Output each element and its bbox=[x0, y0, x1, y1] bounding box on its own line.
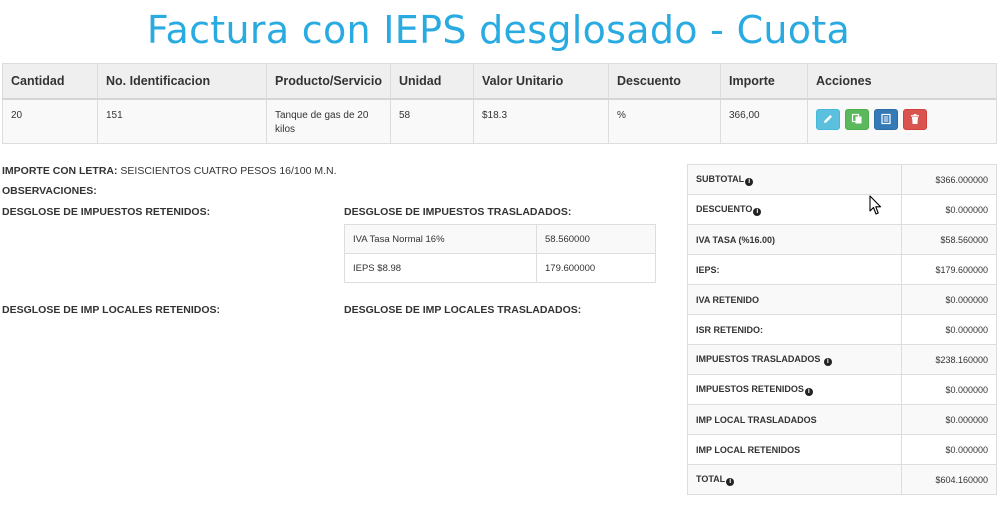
summary-label-text: IMP LOCAL RETENIDOS bbox=[696, 444, 801, 455]
cell-cantidad: 20 bbox=[2, 98, 98, 144]
info-icon[interactable]: i bbox=[726, 477, 735, 486]
summary-label-text: IEPS: bbox=[696, 264, 720, 275]
summary-value: $0.000000 bbox=[901, 434, 997, 465]
summary-label-text: IMPUESTOS RETENIDOS bbox=[696, 383, 804, 394]
info-icon[interactable]: i bbox=[745, 177, 754, 186]
summary-label: IVA RETENIDO bbox=[687, 284, 902, 315]
table-row: IVA Tasa Normal 16% 58.560000 bbox=[344, 224, 656, 254]
list-button[interactable] bbox=[873, 108, 898, 130]
tax-value: 179.600000 bbox=[536, 253, 656, 283]
table-row: IVA TASA (%16.00) $58.560000 bbox=[687, 224, 997, 255]
col-acciones: Acciones bbox=[806, 63, 997, 100]
items-table: Cantidad No. Identificacion Producto/Ser… bbox=[2, 63, 997, 144]
summary-label: TOTAL i bbox=[687, 464, 902, 495]
summary-label: IEPS: bbox=[687, 254, 902, 285]
importe-label: IMPORTE CON LETRA: bbox=[2, 165, 118, 177]
summary-label: IMP LOCAL RETENIDOS bbox=[687, 434, 902, 465]
importe-con-letra: IMPORTE CON LETRA: SEISCIENTOS CUATRO PE… bbox=[2, 165, 337, 177]
summary-value: $179.600000 bbox=[901, 254, 997, 285]
table-row: IEPS $8.98 179.600000 bbox=[344, 253, 656, 283]
cell-valor-unitario: $18.3 bbox=[472, 98, 609, 144]
table-row: IEPS: $179.600000 bbox=[687, 254, 997, 285]
table-row: IMP LOCAL RETENIDOS $0.000000 bbox=[687, 434, 997, 465]
tax-value: 58.560000 bbox=[536, 224, 656, 254]
summary-value: $0.000000 bbox=[901, 284, 997, 315]
cell-acciones bbox=[806, 98, 997, 144]
summary-value: $238.160000 bbox=[901, 344, 997, 375]
info-icon[interactable]: i bbox=[804, 387, 813, 396]
cell-descuento: % bbox=[607, 98, 721, 144]
summary-label-text: SUBTOTAL bbox=[696, 173, 745, 184]
summary-value: $0.000000 bbox=[901, 314, 997, 345]
summary-label: IMPUESTOS RETENIDOS i bbox=[687, 374, 902, 405]
mouse-cursor-icon bbox=[869, 195, 882, 215]
summary-label: IMPUESTOS TRASLADADOS i bbox=[687, 344, 902, 375]
trash-icon bbox=[910, 114, 919, 124]
delete-button[interactable] bbox=[902, 108, 927, 130]
summary-label: IMP LOCAL TRASLADADOS bbox=[687, 404, 902, 435]
summary-label-text: IMP LOCAL TRASLADADOS bbox=[696, 414, 817, 425]
importe-value: SEISCIENTOS CUATRO PESOS 16/100 M.N. bbox=[120, 165, 337, 177]
table-row: SUBTOTAL i $366.000000 bbox=[687, 164, 997, 195]
summary-value: $58.560000 bbox=[901, 224, 997, 255]
tax-name: IVA Tasa Normal 16% bbox=[344, 224, 537, 254]
cell-producto-servicio: Tanque de gas de 20 kilos bbox=[266, 98, 391, 144]
edit-button[interactable] bbox=[815, 108, 840, 130]
info-icon[interactable]: i bbox=[753, 207, 762, 216]
col-no-identificacion: No. Identificacion bbox=[97, 63, 267, 100]
col-importe: Importe bbox=[719, 63, 808, 100]
table-row: ISR RETENIDO: $0.000000 bbox=[687, 314, 997, 345]
summary-label: IVA TASA (%16.00) bbox=[687, 224, 902, 255]
table-row: IMPUESTOS RETENIDOS i $0.000000 bbox=[687, 374, 997, 405]
cell-importe: 366,00 bbox=[719, 98, 808, 144]
list-icon bbox=[881, 113, 891, 125]
summary-label: ISR RETENIDO: bbox=[687, 314, 902, 345]
observaciones-label: OBSERVACIONES: bbox=[2, 185, 97, 197]
page-title: Factura con IEPS desglosado - Cuota bbox=[146, 8, 851, 52]
col-descuento: Descuento bbox=[607, 63, 721, 100]
summary-label-text: IVA TASA (%16.00) bbox=[696, 234, 776, 245]
retenidos-label: DESGLOSE DE IMPUESTOS RETENIDOS: bbox=[2, 206, 211, 218]
locales-trasladados-label: DESGLOSE DE IMP LOCALES TRASLADADOS: bbox=[344, 304, 582, 316]
summary-value: $0.000000 bbox=[901, 374, 997, 405]
trasladados-label: DESGLOSE DE IMPUESTOS TRASLADADOS: bbox=[344, 206, 572, 218]
info-icon[interactable]: i bbox=[823, 357, 832, 366]
summary-label-text: TOTAL bbox=[696, 473, 726, 484]
pencil-icon bbox=[823, 115, 832, 123]
summary-table: SUBTOTAL i $366.000000 DESCUENTO i $0.000000 I… bbox=[687, 164, 997, 495]
summary-value: $604.160000 bbox=[901, 464, 997, 495]
locales-retenidos-label: DESGLOSE DE IMP LOCALES RETENIDOS: bbox=[2, 304, 220, 316]
cell-no-identificacion: 151 bbox=[97, 98, 267, 144]
col-valor-unitario: Valor Unitario bbox=[472, 63, 609, 100]
summary-label-text: IMPUESTOS TRASLADADOS bbox=[696, 353, 823, 364]
copy-icon bbox=[851, 113, 862, 124]
taxes-trasladados-table: IVA Tasa Normal 16% 58.560000 IEPS $8.98… bbox=[344, 224, 656, 283]
summary-value: $0.000000 bbox=[901, 404, 997, 435]
summary-label: SUBTOTAL i bbox=[687, 164, 902, 195]
copy-button[interactable] bbox=[844, 108, 869, 130]
tax-name: IEPS $8.98 bbox=[344, 253, 537, 283]
summary-label-text: ISR RETENIDO: bbox=[696, 324, 764, 335]
col-cantidad: Cantidad bbox=[2, 63, 98, 100]
summary-value: $366.000000 bbox=[901, 164, 997, 195]
cell-unidad: 58 bbox=[389, 98, 474, 144]
table-row: IMPUESTOS TRASLADADOS i $238.160000 bbox=[687, 344, 997, 375]
summary-label-text: DESCUENTO bbox=[696, 203, 753, 214]
items-header-row: Cantidad No. Identificacion Producto/Ser… bbox=[2, 63, 997, 100]
summary-value: $0.000000 bbox=[901, 194, 997, 225]
col-unidad: Unidad bbox=[389, 63, 474, 100]
table-row: IMP LOCAL TRASLADADOS $0.000000 bbox=[687, 404, 997, 435]
summary-label-text: IVA RETENIDO bbox=[696, 294, 760, 305]
table-row: DESCUENTO i $0.000000 bbox=[687, 194, 997, 225]
row-actions bbox=[815, 108, 988, 130]
table-row: IVA RETENIDO $0.000000 bbox=[687, 284, 997, 315]
col-producto-servicio: Producto/Servicio bbox=[266, 63, 391, 100]
table-row: TOTAL i $604.160000 bbox=[687, 464, 997, 495]
table-row: 20 151 Tanque de gas de 20 kilos 58 $18.… bbox=[2, 98, 997, 144]
